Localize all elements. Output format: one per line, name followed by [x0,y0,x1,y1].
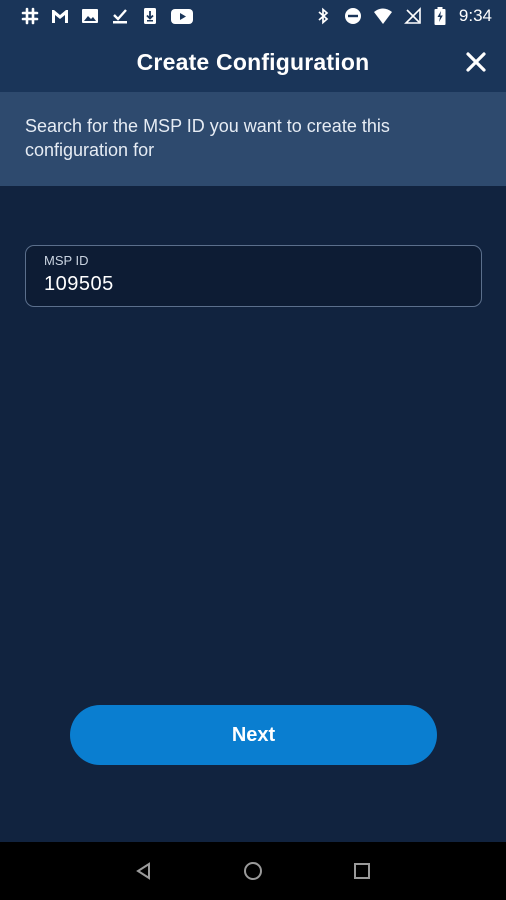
next-button[interactable]: Next [70,705,437,765]
status-bar: 9:34 [0,0,506,32]
youtube-icon [171,9,193,24]
close-button[interactable] [458,44,494,80]
navigation-bar [0,842,506,900]
instruction-banner: Search for the MSP ID you want to create… [0,92,506,186]
close-icon [466,52,486,72]
msp-id-input[interactable] [44,273,463,296]
download-done-icon [113,9,127,24]
app-header: Create Configuration [0,32,506,92]
home-button[interactable] [233,851,273,891]
back-icon [136,862,151,880]
download-icon [144,8,156,24]
page-title: Create Configuration [136,48,370,75]
msp-id-field[interactable]: MSP ID [25,245,482,307]
status-time: 9:34 [458,6,492,25]
slack-icon [21,7,39,25]
bluetooth-icon [318,7,329,25]
home-icon [243,862,262,880]
recents-icon [353,863,370,879]
no-signal-icon [403,7,421,24]
battery-charging-icon [434,7,446,25]
image-icon [82,9,98,23]
recents-button[interactable] [342,851,382,891]
status-system: 9:34 [313,6,492,26]
gmail-icon [52,10,68,23]
instruction-text: Search for the MSP ID you want to create… [25,116,390,160]
do-not-disturb-icon [344,8,361,24]
status-notifications [20,6,194,26]
back-button[interactable] [124,851,164,891]
msp-id-label: MSP ID [44,253,89,268]
wifi-icon [373,8,392,24]
